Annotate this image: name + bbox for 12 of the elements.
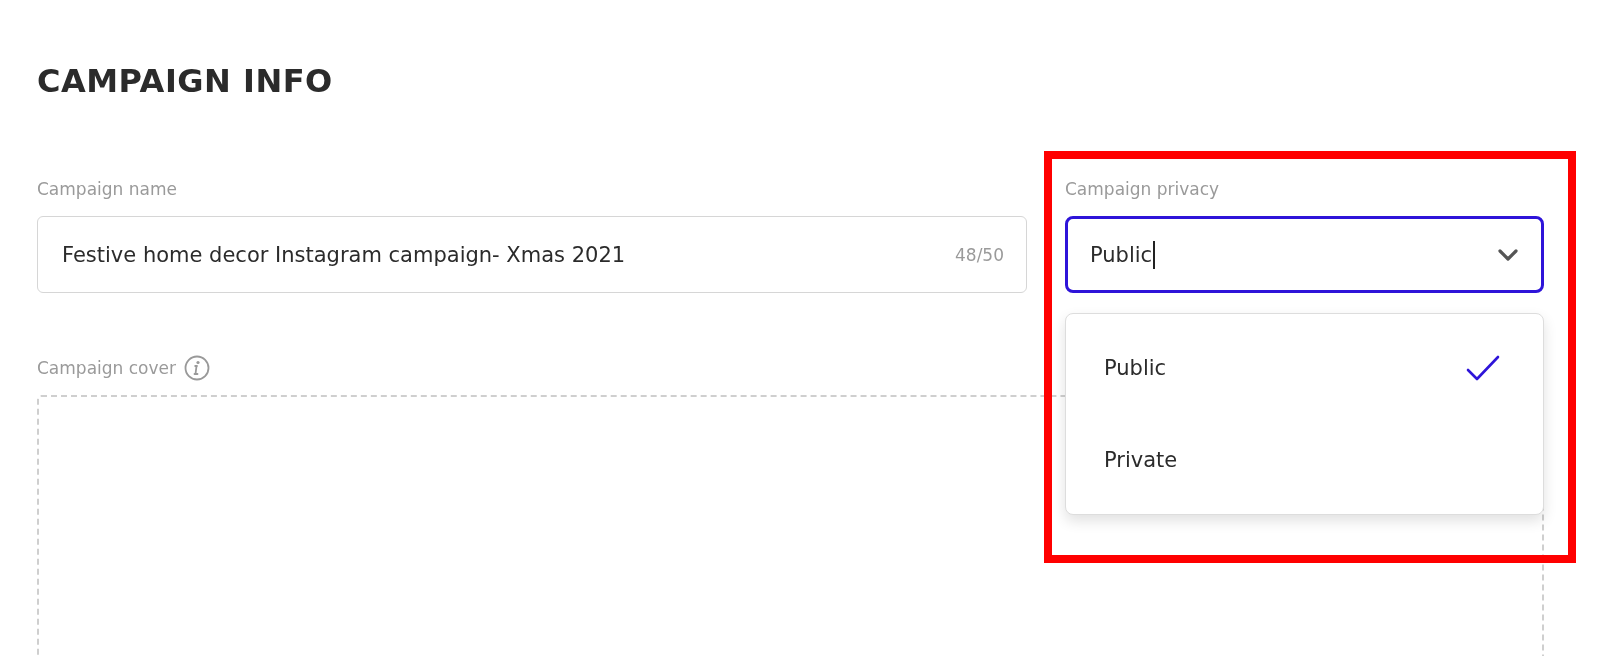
info-icon[interactable]	[184, 355, 210, 381]
character-counter: 48/50	[955, 244, 1004, 265]
dropdown-option[interactable]: Public	[1066, 322, 1543, 414]
field-label: Campaign privacy	[1065, 178, 1221, 200]
select-field[interactable]: Public	[1065, 216, 1544, 293]
field-label: Campaign cover	[37, 358, 176, 378]
dropdown-option[interactable]: Private	[1066, 414, 1543, 506]
chevron-down-icon	[1497, 247, 1519, 262]
section-title: CAMPAIGN INFO	[37, 61, 334, 102]
input-field[interactable]: Festive home decor Instagram campaign- Xmas 2021 48/50	[37, 216, 1027, 293]
text-cursor	[1153, 240, 1155, 269]
field-label: Campaign name	[37, 178, 178, 200]
